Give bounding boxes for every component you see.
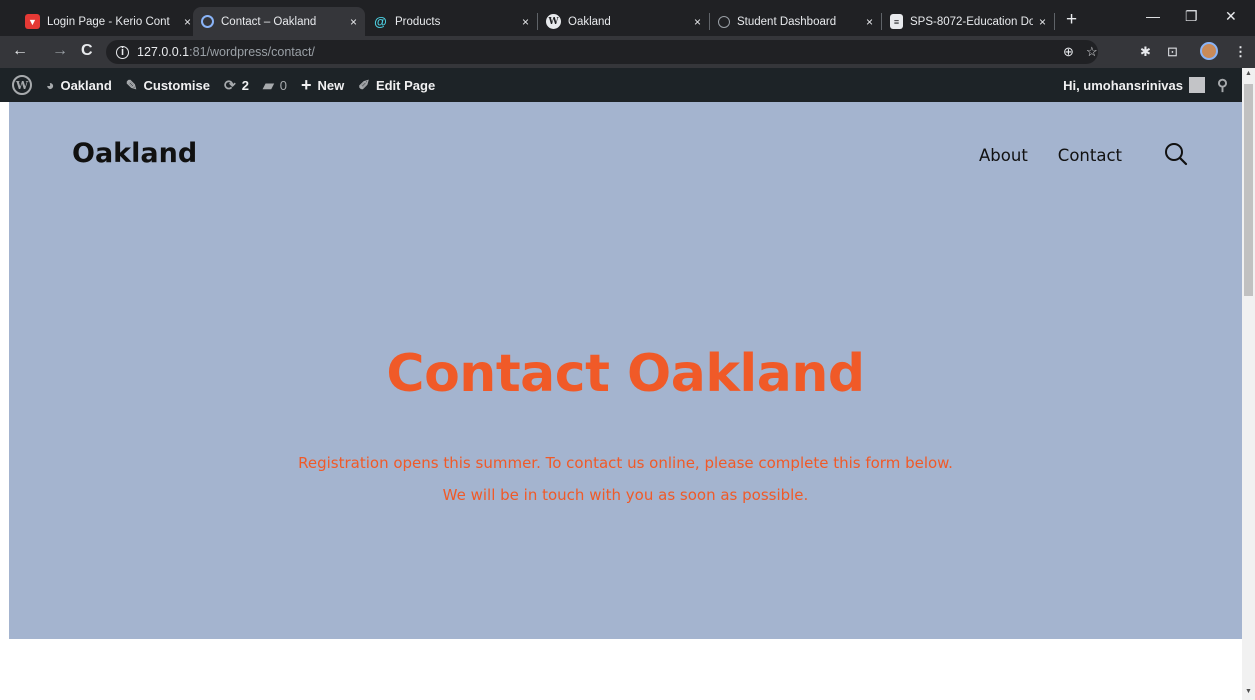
brush-icon: ✎ (125, 76, 138, 93)
hero-description: Registration opens this summer. To conta… (298, 454, 953, 504)
browser-tab[interactable]: Student Dashboard × (710, 7, 881, 36)
comment-bubble-icon: ▰ (262, 76, 274, 93)
spiral-icon: @ (374, 14, 387, 29)
nav-link-contact[interactable]: Contact (1058, 146, 1122, 165)
updates-count: 2 (241, 77, 249, 93)
admin-new[interactable]: + New (301, 75, 344, 96)
close-tab-icon[interactable]: × (866, 15, 873, 29)
comments-count: 0 (279, 77, 287, 93)
admin-comments[interactable]: ▰ 0 (263, 77, 287, 94)
back-arrow-icon[interactable]: ← (12, 42, 28, 60)
menu-kebab-icon[interactable]: ⋮ (1234, 44, 1247, 60)
page-scrollbar[interactable]: ▲ ▼ (1242, 68, 1255, 700)
profile-avatar[interactable] (1200, 42, 1218, 60)
url-host: 127.0.0.1 (137, 45, 190, 59)
search-icon[interactable] (1162, 140, 1190, 168)
tab-title: Oakland (568, 15, 611, 28)
scroll-up-arrow-icon[interactable]: ▲ (1245, 70, 1252, 77)
forward-arrow-icon[interactable]: → (52, 42, 68, 60)
site-info-icon[interactable]: i (116, 45, 129, 59)
browser-tab[interactable]: @ Products × (365, 7, 537, 36)
user-avatar[interactable] (1189, 77, 1205, 93)
globe-icon (718, 15, 730, 28)
plus-icon: + (300, 74, 312, 95)
page-heading: Contact Oakland (386, 344, 865, 404)
close-tab-icon[interactable]: × (1039, 15, 1046, 29)
site-title[interactable]: Oakland (72, 138, 197, 169)
updates-icon: ⟳ (223, 76, 236, 93)
primary-nav: About Contact (979, 146, 1122, 165)
url-path: :81/wordpress/contact/ (189, 45, 315, 59)
admin-search-icon[interactable]: ⚲ (1217, 76, 1228, 94)
tab-title: Student Dashboard (737, 15, 837, 28)
tab-title: Contact – Oakland (221, 15, 317, 28)
admin-customise[interactable]: ✎ Customise (126, 77, 210, 94)
browser-tab[interactable]: ≡ SPS-8072-Education Do × (882, 7, 1054, 36)
close-tab-icon[interactable]: × (350, 15, 357, 29)
address-bar[interactable]: i 127.0.0.1 :81/wordpress/contact/ (106, 40, 1098, 64)
nav-link-about[interactable]: About (979, 146, 1028, 165)
browser-tab[interactable]: W Oakland × (538, 7, 709, 36)
tab-title: Products (395, 15, 441, 28)
browser-tab-active[interactable]: Contact – Oakland × (193, 7, 365, 36)
close-window-icon[interactable]: ✕ (1225, 8, 1237, 25)
admin-customise-label: Customise (143, 77, 210, 93)
admin-new-label: New (317, 77, 345, 93)
wp-admin-bar: W ◕ Oakland ✎ Customise ⟳ 2 ▰ 0 + New ✐ … (0, 68, 1242, 102)
close-tab-icon[interactable]: × (694, 15, 701, 29)
browser-tab[interactable]: ▼ Login Page - Kerio Cont × (17, 7, 199, 36)
browser-toolbar: ← → C i 127.0.0.1 :81/wordpress/contact/… (0, 36, 1255, 68)
tab-title: Login Page - Kerio Cont (47, 15, 170, 28)
minimize-icon[interactable]: — (1146, 8, 1160, 24)
tab-separator (1054, 13, 1055, 30)
new-tab-button[interactable]: + (1066, 9, 1077, 31)
admin-edit-page[interactable]: ✐ Edit Page (358, 77, 435, 94)
browser-tab-strip: ▼ Login Page - Kerio Cont × Contact – Oa… (0, 0, 1255, 36)
admin-site-name[interactable]: ◕ Oakland (46, 77, 112, 93)
close-tab-icon[interactable]: × (184, 15, 191, 29)
shield-icon: ▼ (25, 14, 40, 29)
tab-title: SPS-8072-Education Do (910, 15, 1033, 28)
extensions-icon[interactable]: ✱ (1140, 44, 1151, 60)
admin-edit-label: Edit Page (375, 77, 436, 93)
scroll-down-arrow-icon[interactable]: ▼ (1245, 688, 1252, 695)
doc-icon: ≡ (890, 14, 903, 29)
loading-icon (201, 15, 214, 28)
hero-section: Oakland About Contact Contact Oakland Re… (9, 102, 1242, 639)
dashboard-gauge-icon: ◕ (46, 77, 55, 93)
admin-updates[interactable]: ⟳ 2 (224, 77, 249, 94)
wordpress-logo-icon[interactable]: W (12, 75, 32, 95)
pencil-icon: ✐ (358, 76, 370, 93)
cast-icon[interactable]: ⊡ (1167, 44, 1178, 60)
close-tab-icon[interactable]: × (522, 15, 529, 29)
wordpress-icon: W (546, 14, 561, 29)
admin-site-label: Oakland (60, 77, 112, 93)
scrollbar-thumb[interactable] (1244, 84, 1253, 296)
admin-greeting[interactable]: Hi, umohansrinivas (1063, 78, 1183, 93)
zoom-icon[interactable]: ⊕ (1063, 44, 1074, 60)
bookmark-star-icon[interactable]: ☆ (1086, 44, 1098, 60)
reload-icon[interactable]: C (81, 42, 93, 60)
restore-icon[interactable]: ❐ (1185, 8, 1198, 25)
